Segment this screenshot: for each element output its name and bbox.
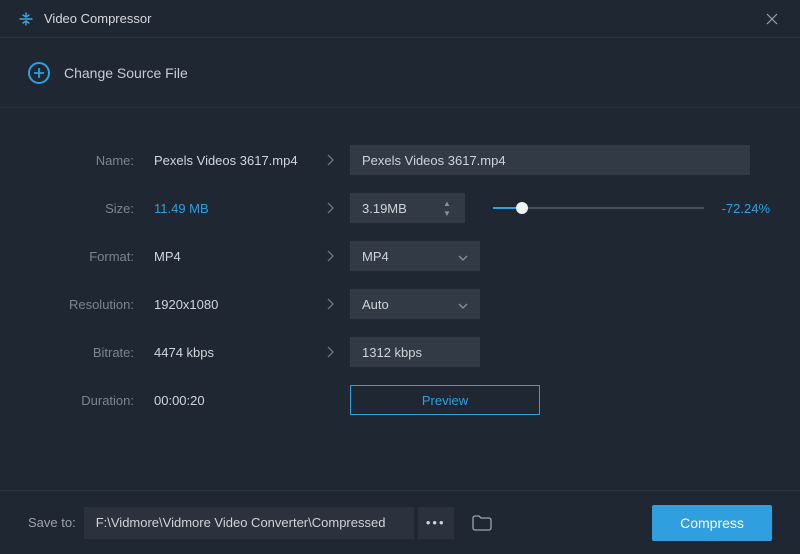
- label-name: Name:: [0, 153, 140, 168]
- bitrate-display[interactable]: 1312 kbps: [350, 337, 480, 367]
- row-resolution: Resolution: 1920x1080 Auto: [0, 280, 770, 328]
- resolution-value: Auto: [362, 297, 389, 312]
- label-duration: Duration:: [0, 393, 140, 408]
- stepper-down-icon[interactable]: ▼: [441, 208, 453, 218]
- chevron-right-icon: [310, 298, 350, 310]
- name-input-field[interactable]: [362, 153, 738, 168]
- window-title: Video Compressor: [44, 11, 151, 26]
- chevron-right-icon: [310, 346, 350, 358]
- save-path-field[interactable]: F:\Vidmore\Vidmore Video Converter\Compr…: [84, 507, 414, 539]
- original-resolution: 1920x1080: [140, 297, 310, 312]
- chevron-right-icon: [310, 154, 350, 166]
- chevron-down-icon: [458, 249, 468, 264]
- size-slider[interactable]: [493, 207, 704, 209]
- footer: Save to: F:\Vidmore\Vidmore Video Conver…: [0, 490, 800, 554]
- compress-icon: [18, 11, 34, 27]
- close-icon[interactable]: [762, 9, 782, 29]
- slider-thumb[interactable]: [516, 202, 528, 214]
- size-slider-wrap: -72.24%: [493, 201, 770, 216]
- format-select[interactable]: MP4: [350, 241, 480, 271]
- preview-button[interactable]: Preview: [350, 385, 540, 415]
- size-input[interactable]: 3.19MB ▲ ▼: [350, 193, 465, 223]
- bitrate-value: 1312 kbps: [362, 345, 422, 360]
- chevron-right-icon: [310, 202, 350, 214]
- save-to-label: Save to:: [28, 515, 76, 530]
- folder-icon: [472, 515, 492, 531]
- chevron-right-icon: [310, 250, 350, 262]
- dots-icon: •••: [426, 515, 446, 530]
- plus-circle-icon: [28, 62, 50, 84]
- open-folder-button[interactable]: [466, 507, 498, 539]
- label-resolution: Resolution:: [0, 297, 140, 312]
- form-area: Name: Pexels Videos 3617.mp4 Size: 11.49…: [0, 108, 800, 424]
- reduction-percent: -72.24%: [722, 201, 770, 216]
- row-size: Size: 11.49 MB 3.19MB ▲ ▼ -72.24%: [0, 184, 770, 232]
- browse-button[interactable]: •••: [418, 507, 454, 539]
- change-source-label: Change Source File: [64, 65, 188, 81]
- size-value: 3.19MB: [362, 201, 407, 216]
- label-format: Format:: [0, 249, 140, 264]
- original-bitrate: 4474 kbps: [140, 345, 310, 360]
- label-bitrate: Bitrate:: [0, 345, 140, 360]
- compress-button[interactable]: Compress: [652, 505, 772, 541]
- change-source-row[interactable]: Change Source File: [0, 38, 800, 108]
- format-value: MP4: [362, 249, 389, 264]
- row-format: Format: MP4 MP4: [0, 232, 770, 280]
- titlebar: Video Compressor: [0, 0, 800, 38]
- label-size: Size:: [0, 201, 140, 216]
- row-duration: Duration: 00:00:20 Preview: [0, 376, 770, 424]
- row-name: Name: Pexels Videos 3617.mp4: [0, 136, 770, 184]
- size-stepper[interactable]: ▲ ▼: [441, 198, 453, 218]
- compress-label: Compress: [680, 515, 744, 531]
- original-size: 11.49 MB: [140, 201, 310, 216]
- original-format: MP4: [140, 249, 310, 264]
- chevron-down-icon: [458, 297, 468, 312]
- save-path-value: F:\Vidmore\Vidmore Video Converter\Compr…: [96, 515, 386, 530]
- original-name: Pexels Videos 3617.mp4: [140, 153, 310, 168]
- name-input[interactable]: [350, 145, 750, 175]
- original-duration: 00:00:20: [140, 393, 310, 408]
- preview-label: Preview: [422, 393, 468, 408]
- resolution-select[interactable]: Auto: [350, 289, 480, 319]
- stepper-up-icon[interactable]: ▲: [441, 198, 453, 208]
- row-bitrate: Bitrate: 4474 kbps 1312 kbps: [0, 328, 770, 376]
